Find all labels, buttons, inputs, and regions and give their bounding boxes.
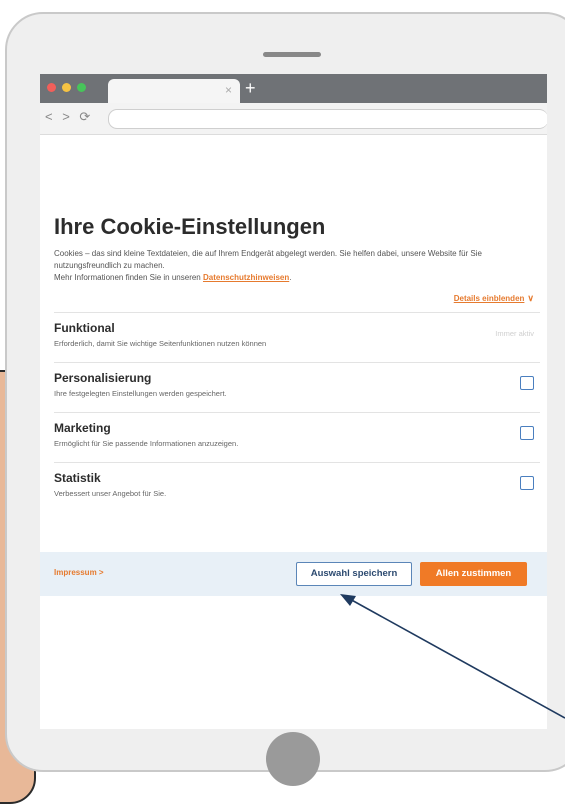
pointer-arrow	[340, 594, 565, 719]
